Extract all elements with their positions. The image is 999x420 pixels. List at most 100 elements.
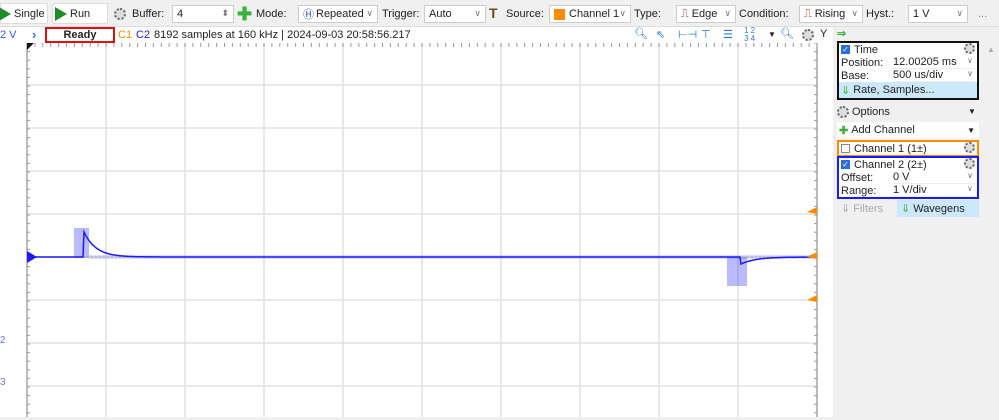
type-select[interactable]: ⎍ Edge ∨ (676, 5, 736, 23)
gear-icon[interactable] (964, 142, 975, 153)
status-badge: Ready (45, 27, 115, 43)
offset-select[interactable]: 0 V ∨ (893, 171, 975, 184)
chevron-down-icon: ∨ (967, 69, 973, 78)
scrollbar[interactable]: ▲ (985, 41, 997, 417)
position-label: Position: (841, 56, 884, 69)
axis-label: 3 (0, 377, 6, 388)
align-icon[interactable]: ☰ (723, 28, 733, 41)
acquisition-info: 8192 samples at 160 kHz | 2024-09-03 20:… (154, 29, 411, 41)
play-icon (0, 6, 11, 21)
trigger-position-marker (27, 43, 34, 50)
plot-canvas (26, 42, 818, 417)
axis-label: 2 (0, 335, 6, 346)
spinner-icon[interactable]: ⬍ (221, 8, 229, 19)
chevron-down-icon: ∨ (619, 8, 626, 18)
channel2-title: Channel 2 (2±) (854, 158, 927, 171)
gear-icon[interactable] (114, 8, 126, 20)
source-label: Source: (506, 8, 544, 20)
position-select[interactable]: 12.00205 ms ∨ (893, 56, 975, 69)
base-select[interactable]: 500 us/div ∨ (893, 69, 975, 82)
y-axis-button[interactable]: Y (820, 28, 828, 40)
edge-icon: ⎍ (681, 7, 689, 20)
trigger-label: Trigger: (382, 8, 420, 20)
cursor-icon[interactable]: ⇖ (656, 28, 665, 41)
mode-select[interactable]: Ⓗ Repeated ∨ (298, 5, 378, 23)
condition-select[interactable]: ⎍ Rising ∨ (799, 5, 863, 23)
chevron-down-icon: ∨ (956, 8, 963, 18)
range-select[interactable]: 1 V/div ∨ (893, 184, 975, 197)
channel1-color-swatch (554, 8, 565, 20)
add-channel-button[interactable]: ✚ Add Channel ▼ (837, 122, 979, 138)
gear-icon[interactable] (964, 158, 975, 169)
time-panel: ✓ Time Position: 12.00205 ms ∨ Base: 500 us/… (837, 41, 979, 100)
rising-edge-icon: ⎍ (804, 7, 812, 20)
time-checkbox[interactable]: ✓ (841, 45, 850, 54)
mode-label: Mode: (256, 8, 287, 20)
pulse-envelope (727, 257, 747, 286)
channel1-trigger-marker (807, 207, 817, 214)
chevron-down-icon: ▼ (967, 125, 975, 135)
channel1-panel: Channel 1 (1±) (837, 140, 979, 157)
channel1-trigger-marker (807, 295, 817, 302)
play-icon (55, 6, 67, 21)
zoom-in-icon[interactable]: 🔍︎ (780, 27, 794, 40)
arrow-right-icon[interactable]: ⇒ (837, 27, 846, 40)
vertical-measure-icon[interactable]: ⊤ (701, 28, 711, 41)
options-button[interactable]: Options (837, 104, 890, 120)
condition-label: Condition: (739, 8, 789, 20)
rate-samples-button[interactable]: ⇓ Rate, Samples... (839, 82, 977, 98)
chevron-down-icon[interactable]: ▼ (768, 30, 776, 39)
channel1-toggle[interactable]: C1 (118, 29, 132, 41)
status-bar: 2 V › Ready C1 C2 8192 samples at 160 kH… (0, 27, 833, 43)
single-button[interactable]: Single (0, 3, 48, 24)
gear-icon[interactable] (802, 29, 814, 41)
toolbar: Single Run Buffer: 4 ⬍ ✚ Mode: Ⓗ Repeated ∨… (0, 0, 999, 27)
channel2-checkbox[interactable]: ✓ (841, 160, 850, 169)
side-panel: ⇒ ✓ Time Position: 12.00205 ms ∨ Base: 500 u… (833, 27, 999, 417)
range-label: Range: (841, 184, 877, 197)
offset-label: Offset: (841, 171, 874, 184)
pulse-envelope (74, 228, 89, 258)
buffer-label: Buffer: (132, 8, 165, 20)
zoom-icon[interactable]: 🔍︎ (634, 27, 648, 40)
source-select[interactable]: Channel 1 ∨ (549, 5, 631, 23)
oscilloscope-plot[interactable]: 2 3 (0, 42, 833, 417)
chevron-down-icon: ∨ (967, 184, 973, 193)
chevron-down-icon: ∨ (366, 8, 373, 18)
channel1-checkbox[interactable] (841, 144, 850, 153)
expand-icon[interactable]: › (32, 27, 36, 42)
time-title: Time (854, 43, 879, 56)
arrow-down-icon: ⇓ (901, 203, 911, 215)
numbering-icon[interactable]: 1 23 4 (744, 27, 755, 43)
hyst-label: Hyst.: (866, 8, 895, 20)
plus-icon: ✚ (839, 124, 849, 137)
channel1-title: Channel 1 (1±) (854, 142, 927, 155)
chevron-down-icon[interactable]: ▼ (968, 107, 976, 116)
arrow-down-icon: ⇓ (841, 203, 851, 215)
channel2-panel: ✓ Channel 2 (2±) Offset: 0 V ∨ Range: 1 V/di… (837, 156, 979, 199)
type-label: Type: (634, 8, 661, 20)
hyst-select[interactable]: 1 V ∨ (908, 5, 968, 23)
trigger-select[interactable]: Auto ∨ (424, 5, 486, 23)
tab-filters[interactable]: ⇓ Filters (837, 200, 897, 217)
chevron-down-icon: ∨ (967, 56, 973, 65)
base-label: Base: (841, 69, 870, 82)
chevron-down-icon: ∨ (851, 8, 858, 18)
chevron-down-icon: ∨ (967, 171, 973, 180)
arrow-down-icon: ⇓ (841, 84, 851, 97)
gear-icon (837, 106, 849, 118)
chevron-down-icon: ∨ (724, 8, 731, 18)
chevron-down-icon: ∨ (474, 8, 481, 18)
horizontal-measure-icon[interactable]: ⊢⊣ (678, 28, 697, 41)
run-button[interactable]: Run (52, 3, 108, 24)
plus-icon[interactable]: ✚ (237, 4, 252, 25)
mode-icon: Ⓗ (303, 9, 314, 21)
channel2-offset-marker (27, 251, 37, 263)
hammer-icon[interactable]: T (489, 5, 498, 21)
gear-icon[interactable] (964, 43, 975, 54)
buffer-input[interactable]: 4 ⬍ (172, 5, 234, 23)
channel2-toggle[interactable]: C2 (136, 29, 150, 41)
tab-wavegens[interactable]: ⇓ Wavegens (897, 200, 979, 217)
more-button[interactable]: ... (978, 8, 987, 20)
axis-unit-label: 2 V (0, 29, 17, 41)
